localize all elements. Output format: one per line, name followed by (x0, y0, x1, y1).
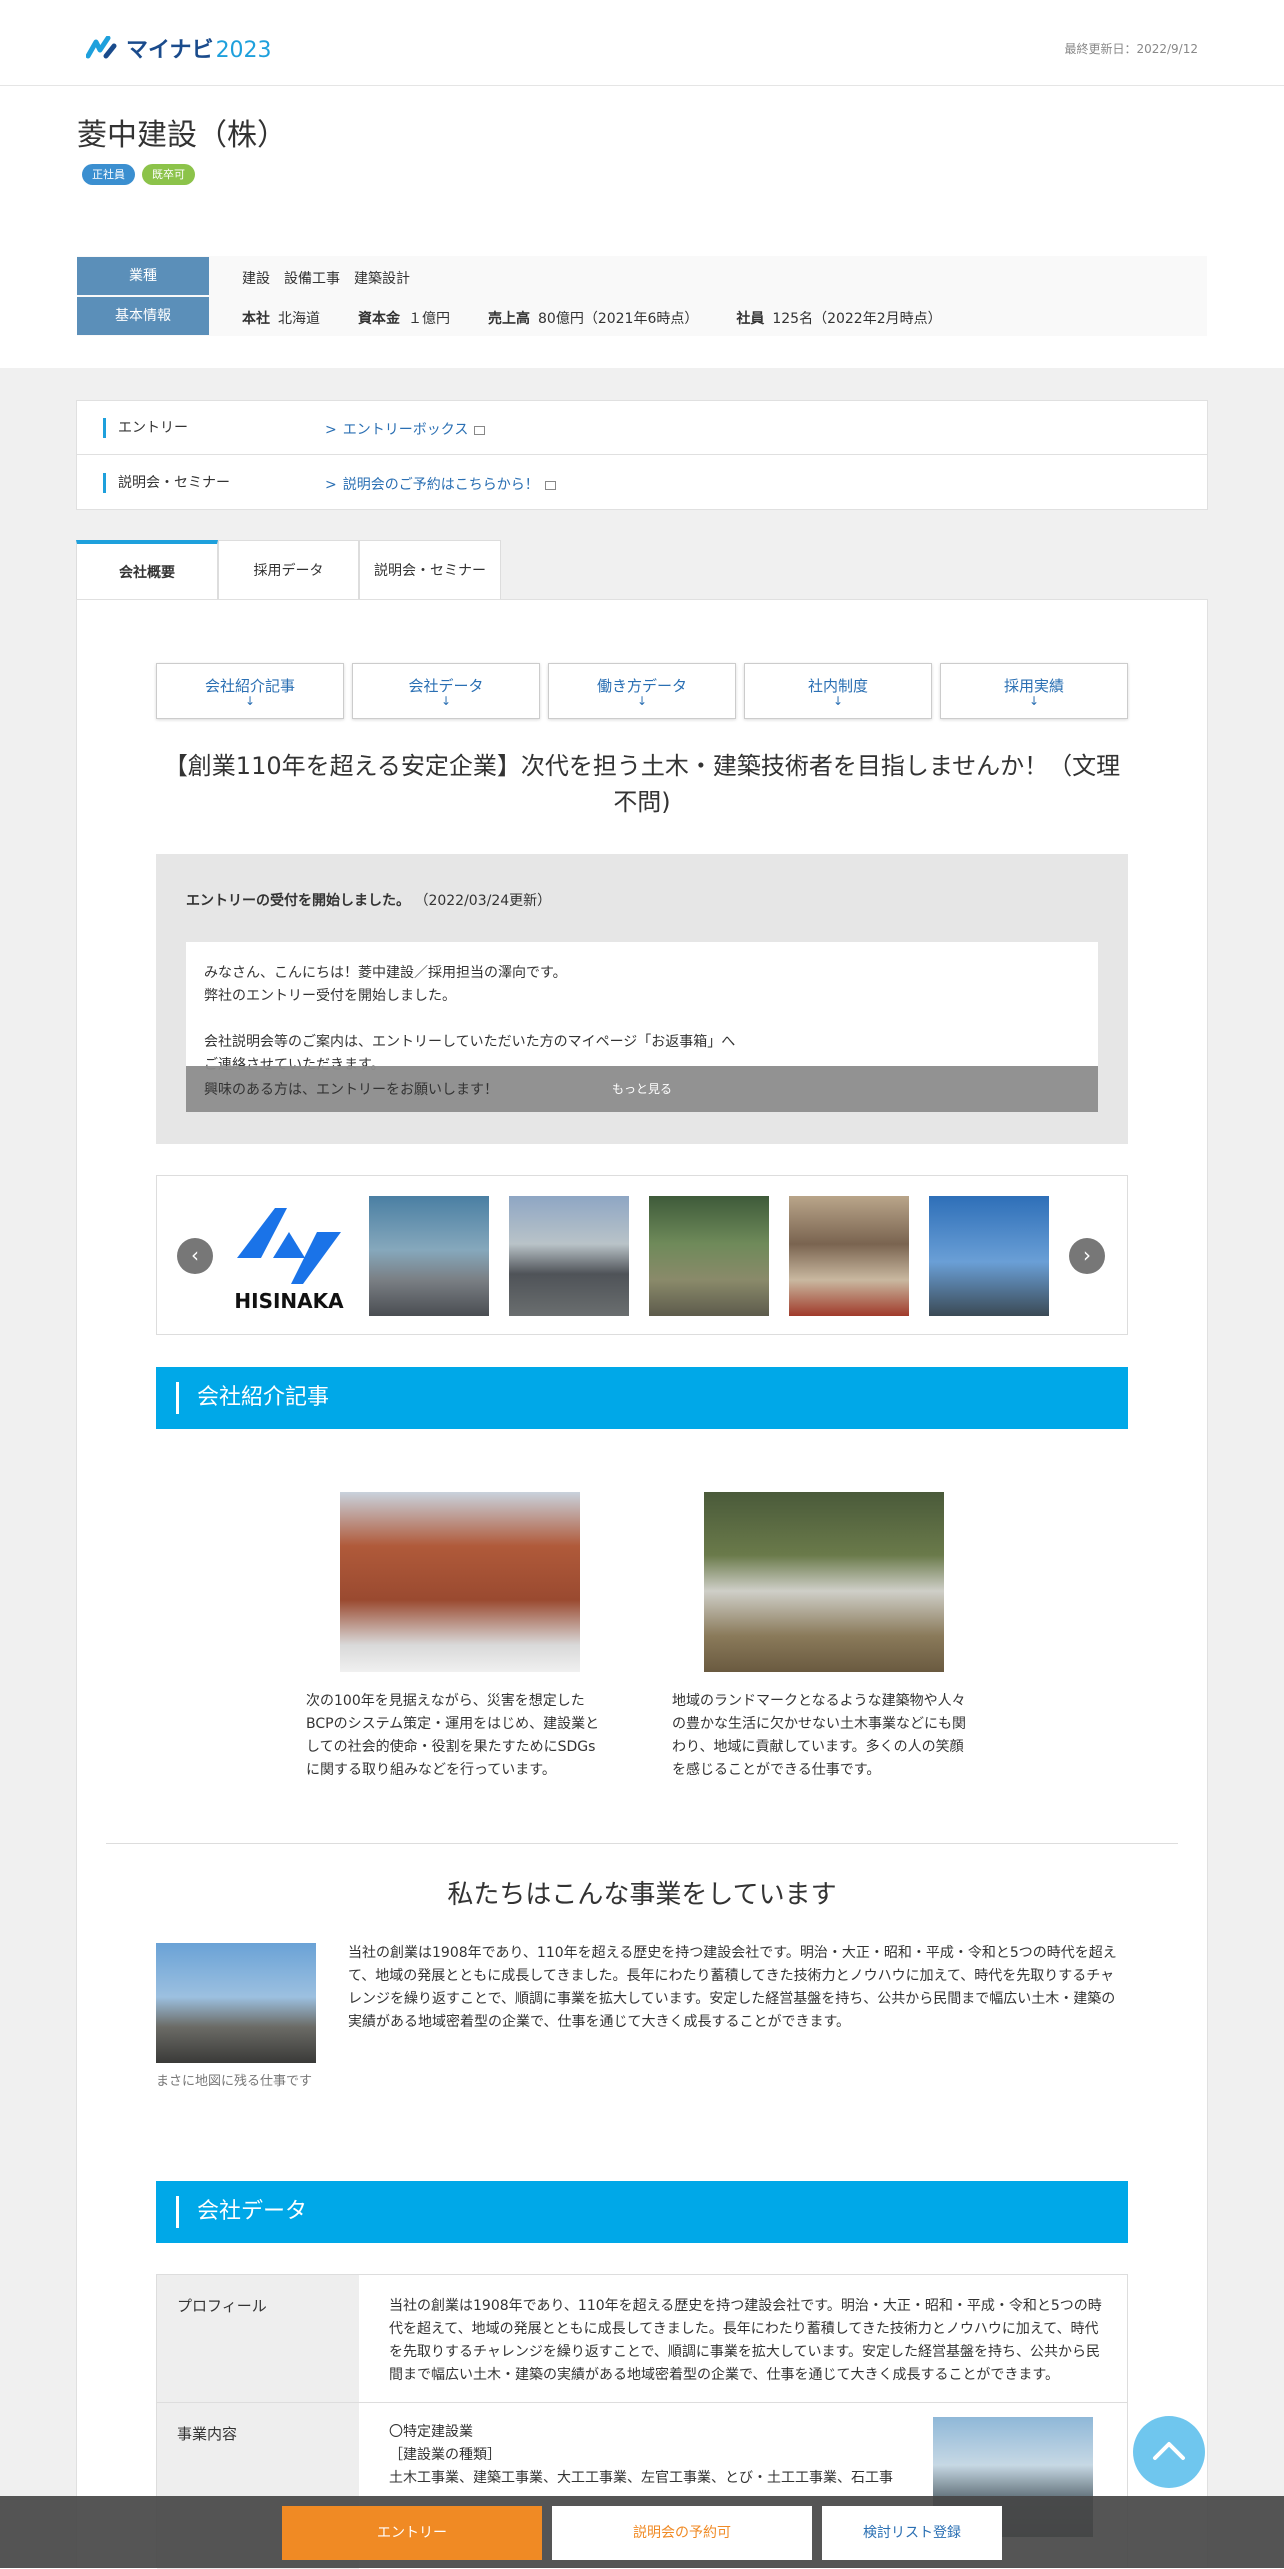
business-title: 私たちはこんな事業をしています (447, 1880, 837, 1910)
company-info-table: 業種 建設 設備工事 建築設計 基本情報 本社 北海道 資本金 １億円 売上高 80億円（… (77, 256, 1207, 336)
external-link-icon (474, 426, 486, 435)
quick-links: エントリー > エントリーボックス 説明会・セミナー > 説明会のご予約はこちらから… (76, 400, 1208, 510)
arrow-down-icon: ↓ (440, 694, 452, 708)
carousel-photo[interactable] (929, 1196, 1049, 1316)
news-line: みなさん、こんにちは！菱中建設／採用担当の澤向です。 (204, 965, 567, 981)
business-photo (156, 1943, 316, 2063)
profile-label: プロフィール (157, 2275, 359, 2402)
business-description: 当社の創業は1908年であり、110年を超える歴史を持つ建設会社です。明治・大正… (348, 1945, 1117, 2030)
carousel-photo[interactable] (789, 1196, 909, 1316)
section-header-intro: 会社紹介記事 (156, 1367, 1128, 1429)
profile-text: 当社の創業は1908年であり、110年を超える歴史を持つ建設会社です。明治・大正… (389, 2298, 1102, 2383)
arrow-down-icon: ↓ (832, 694, 844, 708)
company-logo-image[interactable]: HISINAKA (229, 1196, 349, 1316)
seminar-label: 説明会・セミナー (103, 473, 230, 493)
industry-label: 業種 (77, 257, 209, 295)
anchor-internal-system[interactable]: 社内制度 ↓ (744, 663, 932, 719)
arrow-down-icon: ↓ (1028, 694, 1040, 708)
read-more-label: もっと見る (611, 1082, 672, 1096)
entry-box-link[interactable]: > エントリーボックス (325, 419, 486, 439)
divider (106, 1843, 1178, 1844)
business-line: 土木工事業、建築工事業、大工工事業、左官工事業、とび・土工工事業、石工事 (389, 2470, 893, 2486)
entry-row: エントリー > エントリーボックス (77, 401, 1207, 455)
article-text[interactable]: 地域のランドマークとなるような建築物や人々の豊かな生活に欠かせない土木事業などに… (672, 1690, 972, 1782)
last-updated: 最終更新日：2022/9/12 (1064, 42, 1198, 56)
tab-recruitment-data[interactable]: 採用データ (218, 540, 359, 600)
tab-company-overview[interactable]: 会社概要 (76, 540, 218, 600)
basic-info-label: 基本情報 (77, 297, 209, 335)
carousel-photo[interactable] (649, 1196, 769, 1316)
business-text: 〇特定建設業 ［建設業の種類］ 土木工事業、建築工事業、大工工事業、左官工事業、… (389, 2421, 909, 2490)
logo-text[interactable]: マイナビ2023 (126, 32, 272, 64)
anchor-hiring-record[interactable]: 採用実績 ↓ (940, 663, 1128, 719)
carousel-next-button[interactable]: › (1069, 1238, 1105, 1274)
arrow-down-icon: ↓ (636, 694, 648, 708)
mynavi-logo-icon[interactable] (86, 36, 124, 60)
business-photo-caption: まさに地図に残る仕事です (156, 2074, 313, 2089)
article-text[interactable]: 次の100年を見据えながら、災害を想定したBCPのシステム策定・運用をはじめ、建… (306, 1690, 606, 1782)
entry-button[interactable]: エントリー (282, 2506, 542, 2560)
read-more-button[interactable]: 興味のある方は、エントリーをお願いします！ もっと見る (186, 1066, 1098, 1112)
hisinaka-logo-icon: HISINAKA (234, 1208, 344, 1313)
business-line: 〇特定建設業 (389, 2424, 473, 2440)
news-line: 会社説明会等のご案内は、エントリーしていただいた方のマイページ「お返事箱」へ (204, 1034, 736, 1050)
profile-row: プロフィール 当社の創業は1908年であり、110年を超える歴史を持つ建設会社で… (157, 2275, 1127, 2403)
carousel-photo[interactable] (509, 1196, 629, 1316)
section-title: 会社紹介記事 (176, 1382, 329, 1414)
badge-graduate-ok: 既卒可 (142, 164, 195, 185)
carousel-prev-button[interactable]: ‹ (177, 1238, 213, 1274)
news-line (204, 1008, 1080, 1031)
add-to-list-button[interactable]: 検討リスト登録 (822, 2506, 1002, 2560)
page-headline: 【創業110年を超える安定企業】次代を担う土木・建築技術者を目指しませんか！（文… (163, 752, 1121, 816)
anchor-work-style[interactable]: 働き方データ ↓ (548, 663, 736, 719)
entry-label: エントリー (103, 418, 188, 438)
site-header: マイナビ2023 最終更新日：2022/9/12 (0, 0, 1284, 86)
article-photo-building[interactable] (340, 1492, 580, 1672)
photo-carousel: ‹ HISINAKA › (156, 1175, 1128, 1335)
seminar-row: 説明会・セミナー > 説明会のご予約はこちらから！ (77, 456, 1207, 510)
sticky-action-bar: エントリー 説明会の予約可 検討リスト登録 (0, 2496, 1284, 2568)
seminar-reservation-link[interactable]: > 説明会のご予約はこちらから！ (325, 474, 556, 494)
article-photo-group[interactable] (704, 1492, 944, 1672)
anchor-intro-articles[interactable]: 会社紹介記事 ↓ (156, 663, 344, 719)
external-link-icon (544, 481, 556, 490)
news-title: エントリーの受付を開始しました。 （2022/03/24更新） (186, 893, 552, 909)
tab-seminar[interactable]: 説明会・セミナー (359, 540, 501, 600)
section-header-company-data: 会社データ (156, 2181, 1128, 2243)
chevron-up-icon (1153, 2442, 1185, 2460)
business-line: ［建設業の種類］ (389, 2447, 501, 2463)
scroll-to-top-button[interactable] (1133, 2416, 1205, 2488)
basic-info-value: 本社 北海道 資本金 １億円 売上高 80億円（2021年6時点） 社員 125名（2022年… (242, 311, 942, 327)
anchor-company-data[interactable]: 会社データ ↓ (352, 663, 540, 719)
news-line: 弊社のエントリー受付を開始しました。 (204, 988, 456, 1004)
seminar-reservation-button[interactable]: 説明会の予約可 (552, 2506, 812, 2560)
company-name: 菱中建設（株） (77, 118, 287, 153)
badge-fulltime: 正社員 (82, 164, 135, 185)
section-title: 会社データ (176, 2196, 307, 2228)
industry-value: 建設 設備工事 建築設計 (242, 271, 410, 287)
carousel-photo[interactable] (369, 1196, 489, 1316)
news-box: エントリーの受付を開始しました。 （2022/03/24更新） みなさん、こんに… (156, 854, 1128, 1144)
arrow-down-icon: ↓ (244, 694, 256, 708)
logo-wordmark: HISINAKA (234, 1289, 344, 1313)
